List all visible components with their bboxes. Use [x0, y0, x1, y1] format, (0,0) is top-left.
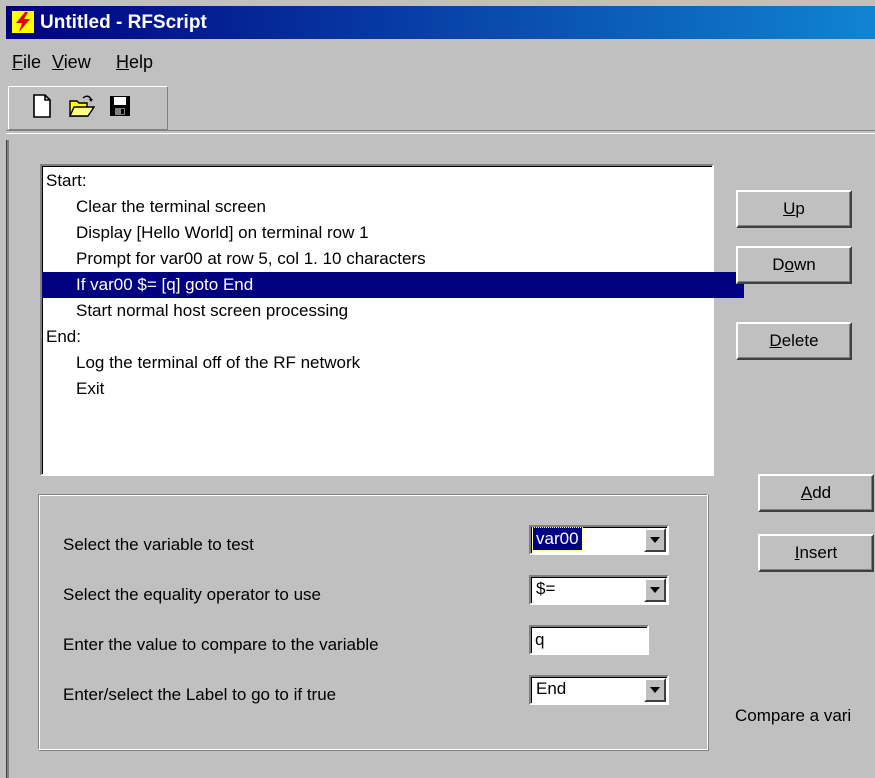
up-button[interactable]: Up [736, 190, 852, 228]
operator-select[interactable]: $= [529, 575, 669, 605]
goto-label-label: Enter/select the Label to go to if true [63, 685, 337, 704]
chevron-down-icon[interactable] [644, 678, 666, 702]
goto-label-value: End [536, 679, 567, 698]
script-list[interactable]: Start: Clear the terminal screen Display… [40, 164, 744, 476]
variable-label: Select the variable to test [63, 535, 254, 554]
window-title: Untitled - RFScript [40, 12, 207, 33]
command-description: Compare a vari [735, 706, 852, 725]
compare-label: Enter the value to compare to the variab… [63, 635, 379, 654]
menu-help[interactable]: Help [116, 52, 153, 73]
add-button[interactable]: Add [758, 474, 874, 512]
down-button[interactable]: Down [736, 246, 852, 284]
list-item[interactable]: Start normal host screen processing [42, 298, 744, 324]
save-disk-icon[interactable] [109, 94, 135, 120]
list-item[interactable]: Log the terminal off of the RF network [42, 350, 744, 376]
insert-button[interactable]: Insert [758, 534, 874, 572]
title-bar[interactable]: Untitled - RFScript [6, 6, 875, 39]
list-item[interactable]: Clear the terminal screen [42, 194, 744, 220]
list-item[interactable]: End: [42, 324, 714, 350]
list-item[interactable]: Display [Hello World] on terminal row 1 [42, 220, 744, 246]
goto-label-select[interactable]: End [529, 675, 669, 705]
variable-select-value: var00 [532, 527, 583, 551]
window-frame-edge [6, 140, 9, 778]
menu-bar: File View Help [6, 46, 875, 82]
list-item[interactable]: Start: [42, 168, 714, 194]
variable-select[interactable]: var00 [529, 525, 669, 555]
list-item-selected[interactable]: If var00 $= [q] goto End [42, 272, 744, 298]
menu-file[interactable]: File [12, 52, 41, 73]
operator-label: Select the equality operator to use [63, 585, 321, 604]
list-item[interactable]: Exit [42, 376, 744, 402]
list-item[interactable]: Prompt for var00 at row 5, col 1. 10 cha… [42, 246, 744, 272]
parameter-group: Select the variable to test Select the e… [38, 494, 708, 750]
toolbar-separator [6, 130, 875, 134]
open-folder-icon[interactable] [68, 94, 96, 120]
chevron-down-icon[interactable] [644, 528, 666, 552]
delete-button[interactable]: Delete [736, 322, 852, 360]
chevron-down-icon[interactable] [644, 578, 666, 602]
menu-view[interactable]: View [52, 52, 91, 73]
compare-value-input[interactable]: q [529, 625, 649, 655]
new-document-icon[interactable] [31, 94, 57, 120]
operator-select-value: $= [536, 579, 556, 598]
lightning-bolt-icon[interactable] [12, 11, 34, 33]
compare-value-text: q [535, 630, 545, 649]
toolbar [8, 86, 168, 130]
